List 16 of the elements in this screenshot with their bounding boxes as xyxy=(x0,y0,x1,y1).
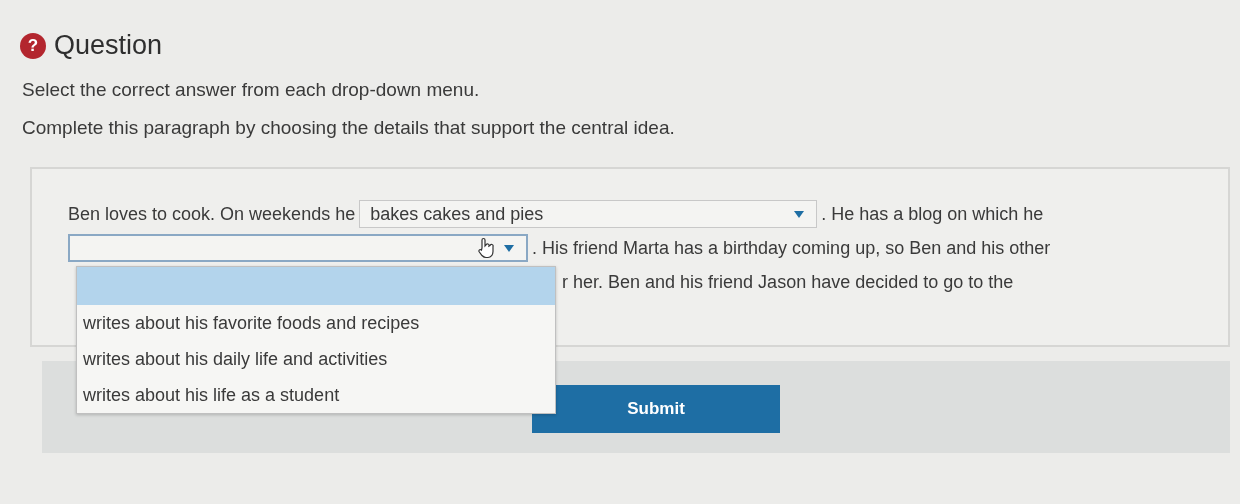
dropdown-option[interactable]: writes about his favorite foods and recipes xyxy=(77,305,555,341)
dropdown-option[interactable]: writes about his daily life and activities xyxy=(77,341,555,377)
answer-dropdown[interactable]: bakes cakes and pies xyxy=(359,200,818,228)
dropdown-option[interactable] xyxy=(77,267,555,305)
paragraph-text: Ben loves to cook. On weekends he xyxy=(68,203,356,225)
submit-button[interactable]: Submit xyxy=(532,385,780,433)
hand-cursor-icon xyxy=(476,237,496,259)
paragraph-text: . His friend Marta has a birthday coming up, so Ben and his other xyxy=(532,237,1051,259)
question-icon: ? xyxy=(20,32,46,59)
caret-icon xyxy=(794,210,805,218)
instruction-text: Select the correct answer from each drop-down menu. xyxy=(22,79,481,101)
paragraph-text: r her. Ben and his friend Jason have decided to go to the xyxy=(562,271,1014,293)
instruction-text: Complete this paragraph by choosing the details that support the central idea. xyxy=(22,117,676,139)
question-title: Question xyxy=(54,30,163,61)
caret-icon xyxy=(504,244,514,252)
paragraph-text: . He has a blog on which he xyxy=(821,203,1044,225)
